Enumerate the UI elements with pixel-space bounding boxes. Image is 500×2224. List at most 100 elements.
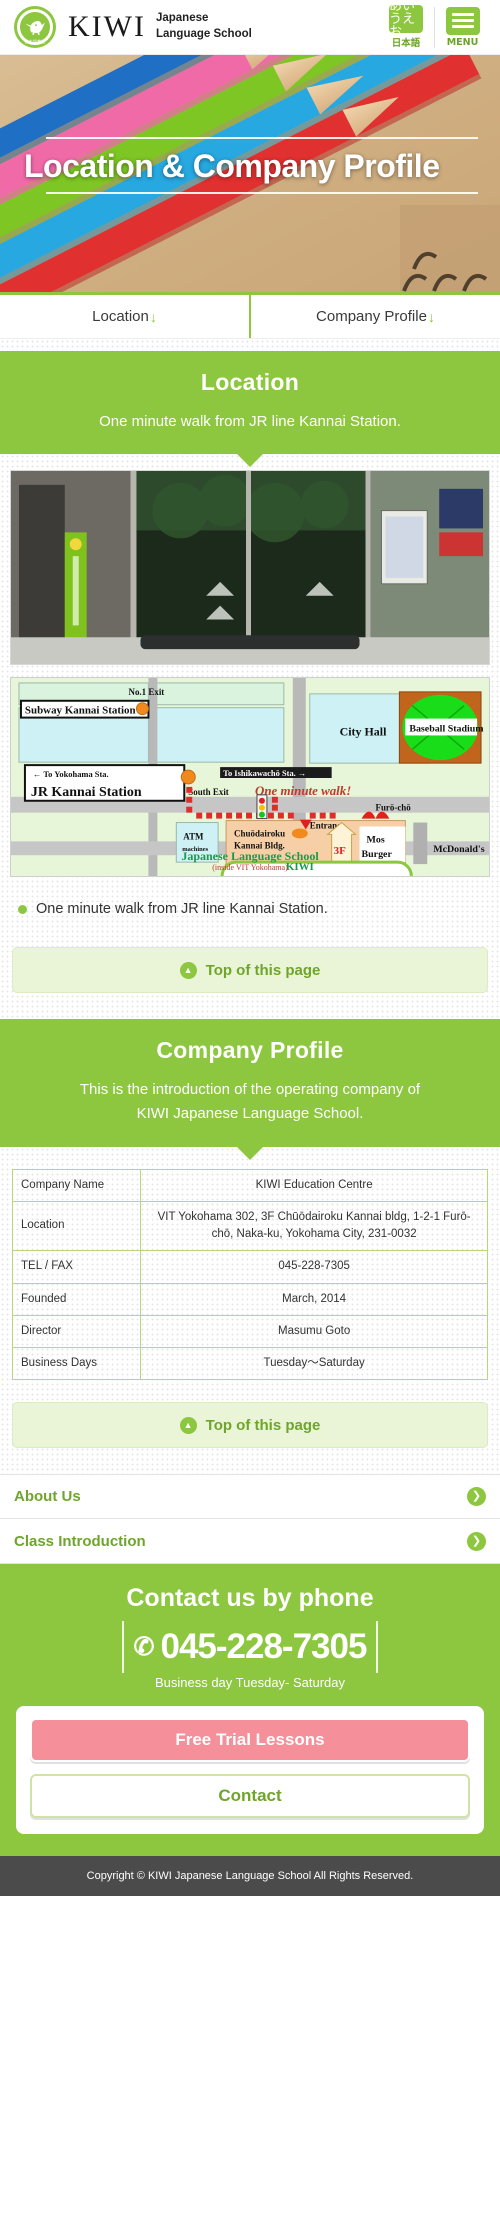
table-row: TEL / FAX 045-228-7305 <box>11 1250 488 1284</box>
company-heading: Company Profile <box>156 1037 344 1064</box>
map-label-mcdonalds: McDonald's <box>433 845 484 856</box>
hamburger-icon <box>445 6 480 35</box>
brand-name: KIWI <box>68 10 146 43</box>
phone-row: ✆ 045-228-7305 <box>16 1621 484 1674</box>
contact-button[interactable]: Contact <box>30 1774 470 1819</box>
brand-subtitle: Japanese Language School <box>156 11 252 42</box>
phone-number-link[interactable]: ✆ 045-228-7305 <box>133 1627 368 1667</box>
contact-section: Contact us by phone ✆ 045-228-7305 Busin… <box>0 1564 500 1857</box>
map-label-atm: ATM <box>183 832 204 842</box>
row-label: Business Days <box>11 1347 142 1381</box>
section-notch <box>236 1145 264 1160</box>
logo-badge-text: 日本語教室 <box>24 39 46 44</box>
bullet-dot-icon <box>18 905 27 915</box>
company-body: Company Name KIWI Education Centre Locat… <box>0 1146 500 1475</box>
chevron-right-icon: ❯ <box>467 1531 486 1551</box>
cta-card: Free Trial Lessons Contact <box>16 1706 484 1835</box>
kiwi-bird-logo-icon: 日本語教室 <box>14 6 56 48</box>
table-row: Director Masumu Goto <box>11 1314 488 1349</box>
map-label-burger: Burger <box>362 850 393 861</box>
copyright-text: Copyright © KIWI Japanese Language Schoo… <box>86 1870 414 1883</box>
language-switch-button[interactable]: あいうえお 日本語 <box>378 0 434 49</box>
link-class-introduction-label: Class Introduction <box>14 1532 146 1550</box>
link-class-introduction[interactable]: Class Introduction ❯ <box>0 1519 500 1565</box>
dotted-spacer <box>0 339 500 351</box>
row-label: Founded <box>11 1282 142 1316</box>
company-top-of-page-wrap: ▲ Top of this page <box>0 1380 500 1474</box>
link-about-us[interactable]: About Us ❯ <box>0 1474 500 1520</box>
map-kiwi-callout <box>220 860 413 877</box>
location-top-of-page-wrap: ▲ Top of this page <box>0 925 500 1019</box>
header-actions: あいうえお 日本語 MENU <box>378 0 490 49</box>
area-map: .mt{font-family:"Liberation Serif",serif… <box>10 677 490 878</box>
company-subheading: This is the introduction of the operatin… <box>20 1078 480 1127</box>
map-label-city-hall: City Hall <box>340 725 387 739</box>
table-row: Founded March, 2014 <box>11 1282 488 1316</box>
location-body: .mt{font-family:"Liberation Serif",serif… <box>0 454 500 1020</box>
map-label-mos: Mos <box>367 835 385 846</box>
location-media: .mt{font-family:"Liberation Serif",serif… <box>0 454 500 878</box>
map-label-building-l2: Kannai Bldg. <box>234 841 285 851</box>
menu-button[interactable]: MENU <box>434 6 490 48</box>
free-trial-lessons-label: Free Trial Lessons <box>175 1730 325 1750</box>
location-section-header: Location One minute walk from JR line Ka… <box>0 351 500 468</box>
row-label: Director <box>11 1314 142 1349</box>
map-label-furo-cho: Furō-chō <box>375 803 411 813</box>
tab-location[interactable]: Location ↓ <box>0 295 249 338</box>
map-label-to-yokohama: ← To Yokohama Sta. <box>33 769 109 779</box>
brand-subtitle-line1: Japanese <box>155 12 209 25</box>
company-subheading-line1: This is the introduction of the operatin… <box>79 1081 421 1099</box>
hero-banner: Location & Company Profile <box>0 55 500 295</box>
row-value: KIWI Education Centre <box>140 1168 488 1202</box>
section-notch <box>236 453 264 468</box>
row-label: Location <box>11 1200 142 1252</box>
location-bullet-text: One minute walk from JR line Kannai Stat… <box>36 901 328 918</box>
related-links: About Us ❯ Class Introduction ❯ <box>0 1474 500 1565</box>
row-value: Tuesday〜Saturday <box>140 1347 488 1381</box>
link-about-us-label: About Us <box>14 1488 81 1506</box>
hero-title-block: Location & Company Profile <box>0 137 500 194</box>
language-switch-label: 日本語 <box>391 38 421 49</box>
table-row: Business Days Tuesday〜Saturday <box>11 1347 488 1381</box>
map-label-south-exit: South Exit <box>188 787 229 797</box>
map-traffic-light-icon <box>256 794 268 820</box>
table-row: Location VIT Yokohama 302, 3F Chūōdairok… <box>11 1200 488 1252</box>
arrow-down-icon: ↓ <box>149 308 157 325</box>
chevron-right-icon: ❯ <box>467 1487 486 1507</box>
map-label-subway-station: Subway Kannai Station <box>25 705 136 717</box>
company-subheading-line2: KIWI Japanese Language School. <box>136 1105 364 1123</box>
logo-link[interactable]: 日本語教室 KIWI Japanese Language School <box>14 6 252 48</box>
map-label-no1-exit: No.1 Exit <box>129 687 165 697</box>
free-trial-lessons-button[interactable]: Free Trial Lessons <box>30 1718 470 1763</box>
company-section-header: Company Profile This is the introduction… <box>0 1019 500 1160</box>
map-label-atm-sub: machines <box>182 847 208 854</box>
site-footer: Copyright © KIWI Japanese Language Schoo… <box>0 1856 500 1897</box>
map-graphic: .mt{font-family:"Liberation Serif",serif… <box>11 678 489 877</box>
arrow-up-circle-icon: ▲ <box>179 961 197 979</box>
divider-left <box>121 1621 124 1674</box>
business-day-note: Business day Tuesday- Saturday <box>154 1675 346 1691</box>
table-row: Company Name KIWI Education Centre <box>11 1168 488 1202</box>
tab-location-label: Location <box>92 308 149 325</box>
top-of-page-button-company[interactable]: ▲ Top of this page <box>12 1402 488 1449</box>
menu-label: MENU <box>446 36 479 48</box>
page-title: Location & Company Profile <box>24 148 440 184</box>
top-of-page-label: Top of this page <box>205 961 321 979</box>
row-value: 045-228-7305 <box>140 1250 488 1284</box>
phone-icon: ✆ <box>133 1633 155 1662</box>
location-subheading: One minute walk from JR line Kannai Stat… <box>99 413 401 430</box>
contact-heading: Contact us by phone <box>126 1584 374 1613</box>
location-heading: Location <box>200 369 300 395</box>
map-label-to-ishikawacho: To Ishikawachō Sta. → <box>223 768 306 778</box>
tab-company-profile-label: Company Profile <box>316 308 427 325</box>
map-label-floor: 3F <box>334 846 346 858</box>
site-header: 日本語教室 KIWI Japanese Language School あいうえ… <box>0 0 500 55</box>
company-profile-table: Company Name KIWI Education Centre Locat… <box>11 1168 488 1381</box>
arrow-up-circle-icon: ▲ <box>179 1416 197 1434</box>
row-value: VIT Yokohama 302, 3F Chūōdairoku Kannai … <box>140 1200 488 1252</box>
top-of-page-button-location[interactable]: ▲ Top of this page <box>12 947 488 994</box>
map-label-one-minute-walk: One minute walk! <box>255 784 351 798</box>
tab-company-profile[interactable]: Company Profile ↓ <box>249 295 500 338</box>
anchor-tab-nav: Location ↓ Company Profile ↓ <box>0 295 500 339</box>
hero-rule-bottom <box>46 192 478 194</box>
